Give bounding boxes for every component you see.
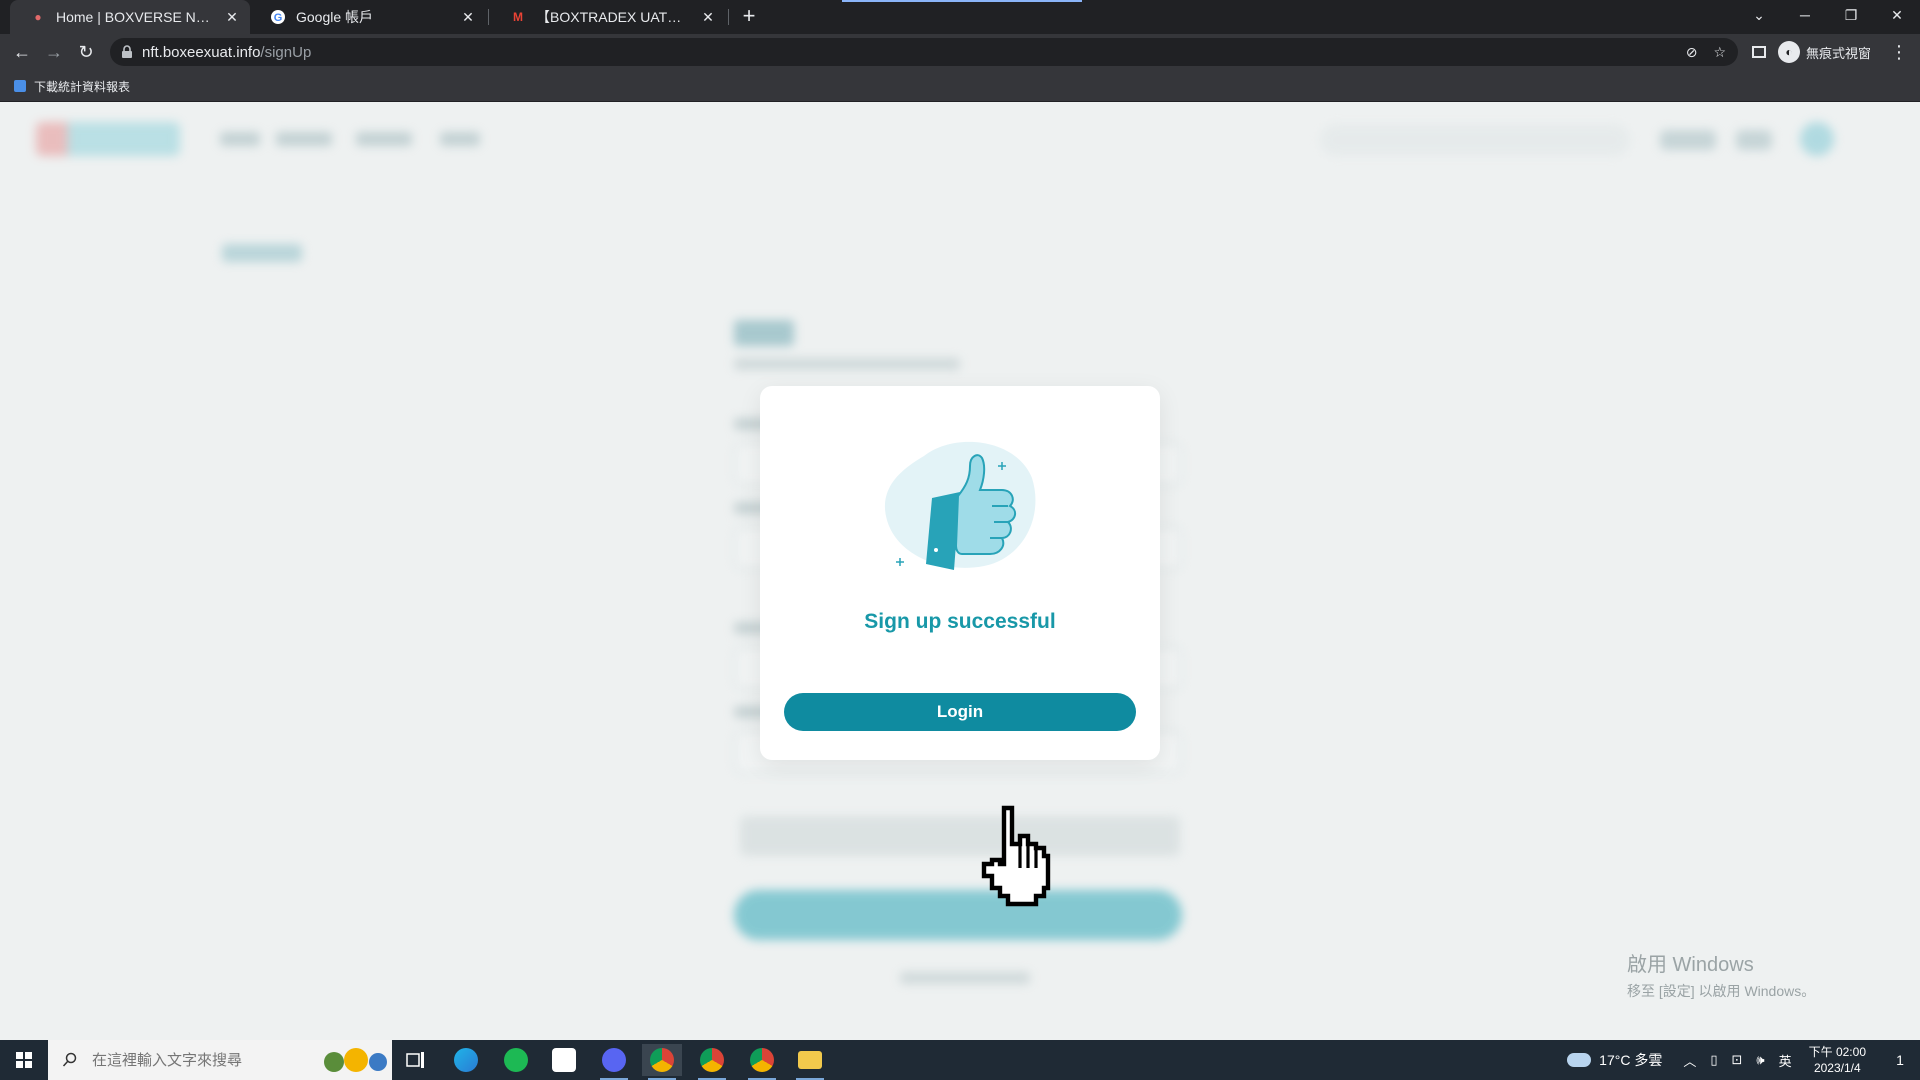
forward-arrow-icon[interactable]: → xyxy=(42,40,66,64)
close-tab-icon[interactable]: ✕ xyxy=(460,9,476,25)
hand-pointer-cursor-icon xyxy=(981,805,1051,907)
url-host: nft.boxeexuat.info xyxy=(142,43,261,61)
notification-count: 1 xyxy=(1896,1052,1904,1068)
signup-submit-button xyxy=(734,890,1182,940)
close-tab-icon[interactable]: ✕ xyxy=(224,9,240,25)
taskbar-search-input[interactable] xyxy=(92,1051,312,1069)
window-close-icon[interactable]: ✕ xyxy=(1874,0,1920,30)
reload-icon[interactable]: ↻ xyxy=(74,40,98,64)
site-search-bar xyxy=(1320,124,1630,156)
site-nav-item xyxy=(440,132,480,146)
edge-browser-icon[interactable] xyxy=(446,1044,486,1076)
weather-text: 17°C 多雲 xyxy=(1599,1052,1663,1068)
bookmark-star-icon[interactable]: ☆ xyxy=(1713,44,1726,61)
system-tray: 17°C 多雲 ︿ ▯ ⊡ 🕪 英 下午 02:00 2023/1/4 1 xyxy=(1567,1040,1920,1080)
google-favicon-icon: G xyxy=(270,9,286,25)
network-icon[interactable]: ⊡ xyxy=(1732,1052,1743,1068)
tab-title: 【BOXTRADEX UAT】Email ver xyxy=(536,9,692,25)
tab-search-icon[interactable]: ⌄ xyxy=(1736,0,1782,30)
windows-taskbar: 17°C 多雲 ︿ ▯ ⊡ 🕪 英 下午 02:00 2023/1/4 1 xyxy=(0,1040,1920,1080)
loading-progress-bar xyxy=(842,0,1082,2)
signup-success-modal: Sign up successful Login xyxy=(760,386,1160,760)
taskbar-clock[interactable]: 下午 02:00 2023/1/4 xyxy=(1809,1044,1866,1076)
bookmarks-bar: 下載統計資料報表 xyxy=(0,70,1920,102)
kebab-menu-icon[interactable]: ⋮ xyxy=(1890,42,1908,63)
clock-time: 下午 02:00 xyxy=(1808,1045,1866,1059)
signup-form-title xyxy=(734,320,794,346)
chrome-incognito-icon[interactable] xyxy=(642,1044,682,1080)
file-explorer-icon[interactable] xyxy=(790,1044,830,1080)
chrome-profile-icon[interactable] xyxy=(742,1044,782,1080)
minimize-icon[interactable]: ─ xyxy=(1782,0,1828,30)
task-view-icon[interactable] xyxy=(396,1044,436,1076)
site-logo xyxy=(36,122,180,156)
tab-boxverse[interactable]: ● Home | BOXVERSE NFT Market ✕ xyxy=(10,0,250,34)
input-method-indicator[interactable]: 英 xyxy=(1779,1051,1792,1070)
thumbs-up-icon xyxy=(884,441,1036,570)
tab-separator xyxy=(728,9,729,25)
site-nav-item xyxy=(356,132,412,146)
omnibox-icons: ⊘ ☆ xyxy=(1686,44,1726,61)
slack-icon[interactable] xyxy=(544,1044,584,1076)
signup-form-subtitle xyxy=(734,358,960,370)
boxverse-favicon-icon: ● xyxy=(34,10,42,24)
profile-label: 無痕式視窗 xyxy=(1806,45,1872,61)
spotify-icon[interactable] xyxy=(496,1044,536,1076)
incognito-icon: ◐ xyxy=(1778,41,1800,63)
incognito-profile-button[interactable]: ◐ 無痕式視窗 xyxy=(1778,40,1871,64)
back-arrow-icon[interactable]: ← xyxy=(10,40,34,64)
back-link xyxy=(222,244,302,262)
windows-logo-icon xyxy=(16,1052,32,1068)
clock-date: 2023/1/4 xyxy=(1813,1061,1861,1075)
tab-google-account[interactable]: G Google 帳戶 ✕ xyxy=(250,0,486,34)
browser-tab-strip: ● Home | BOXVERSE NFT Market ✕ G Google … xyxy=(0,0,1920,34)
site-avatar xyxy=(1800,122,1834,156)
terms-checkbox-row xyxy=(740,816,1180,856)
address-bar[interactable]: nft.boxeexuat.info/signUp ⊘ ☆ xyxy=(110,38,1738,66)
site-nav-item xyxy=(276,132,332,146)
lock-icon xyxy=(122,45,132,58)
search-icon xyxy=(62,1052,77,1067)
login-button[interactable]: Login xyxy=(784,693,1136,731)
show-hidden-icons-icon[interactable]: ︿ xyxy=(1683,1051,1696,1070)
window-controls: ⌄ ─ ❐ ✕ xyxy=(1736,0,1920,30)
eye-off-icon[interactable]: ⊘ xyxy=(1686,44,1698,61)
url-path: /signUp xyxy=(260,43,312,61)
tab-gmail[interactable]: M 【BOXTRADEX UAT】Email ver ✕ xyxy=(490,0,726,34)
windows-activation-watermark: 啟用 Windows 移至 [設定] 以啟用 Windows。 xyxy=(1627,948,1815,1001)
restore-icon[interactable]: ❐ xyxy=(1828,0,1874,30)
close-tab-icon[interactable]: ✕ xyxy=(700,9,716,25)
watermark-line-2: 移至 [設定] 以啟用 Windows。 xyxy=(1627,983,1816,999)
discord-icon[interactable] xyxy=(594,1044,634,1080)
bookmark-favicon-icon xyxy=(14,80,26,92)
notification-center-button[interactable]: 1 xyxy=(1880,1040,1920,1080)
bookmark-label: 下載統計資料報表 xyxy=(34,79,131,94)
battery-icon[interactable]: ▯ xyxy=(1710,1052,1717,1068)
start-button[interactable] xyxy=(0,1040,48,1080)
volume-icon[interactable]: 🕪 xyxy=(1756,1052,1764,1068)
site-header-button xyxy=(1660,130,1716,150)
svg-text:G: G xyxy=(274,12,283,24)
new-tab-icon[interactable]: + xyxy=(738,5,760,28)
page-viewport: 啟用 Windows 移至 [設定] 以啟用 Windows。 Sign up … xyxy=(0,102,1920,1040)
side-panel-icon[interactable] xyxy=(1752,46,1766,58)
tab-title: Google 帳戶 xyxy=(296,9,374,25)
watermark-line-1: 啟用 Windows xyxy=(1627,954,1754,976)
bookmark-item[interactable]: 下載統計資料報表 xyxy=(14,76,130,96)
search-highlight-icon xyxy=(324,1048,387,1072)
chrome-icon[interactable] xyxy=(692,1044,732,1080)
tab-separator xyxy=(488,9,489,25)
login-prompt-text xyxy=(900,972,1030,984)
weather-widget[interactable]: 17°C 多雲 xyxy=(1567,1050,1662,1070)
taskbar-search[interactable] xyxy=(48,1040,392,1080)
site-nav-item xyxy=(220,132,260,146)
tab-title: Home | BOXVERSE NFT Market xyxy=(56,9,216,25)
success-message: Sign up successful xyxy=(864,610,1056,633)
site-header-button xyxy=(1736,130,1772,150)
cloud-icon xyxy=(1567,1053,1592,1067)
gmail-favicon-icon: M xyxy=(513,10,523,24)
browser-toolbar: ← → ↻ nft.boxeexuat.info/signUp ⊘ ☆ ◐ 無痕… xyxy=(0,34,1920,70)
